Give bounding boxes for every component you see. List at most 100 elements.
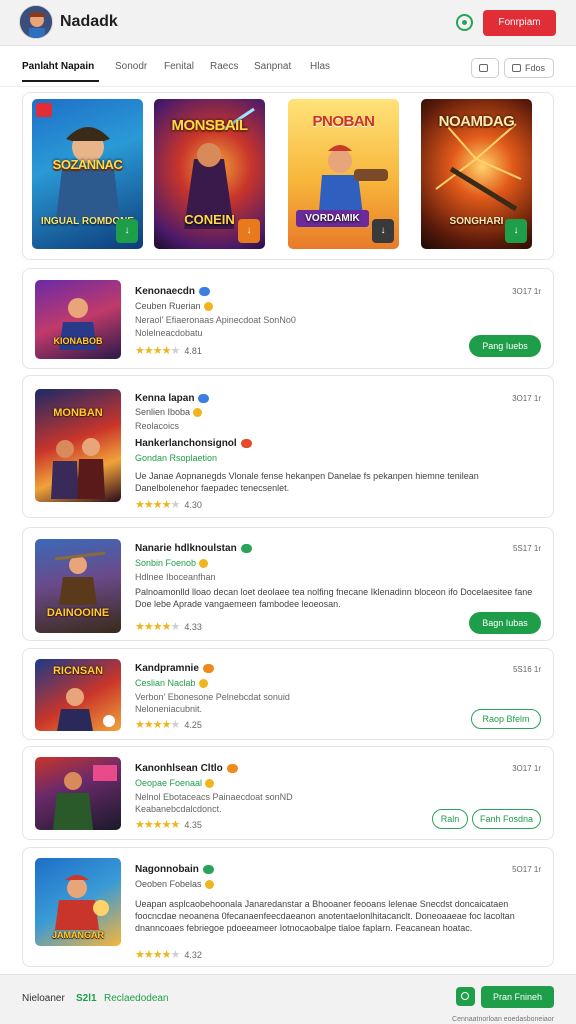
- genre-text: Ceslian Naclab: [135, 678, 196, 688]
- game-title-text: Nagonnobain: [135, 864, 199, 875]
- tab-1[interactable]: Panlaht Napain: [22, 61, 94, 72]
- tab-6[interactable]: Hlas: [310, 61, 330, 72]
- genre-text: Senlien Iboba: [135, 407, 191, 417]
- footer-action-button[interactable]: Pran Fnineh: [481, 986, 554, 1008]
- app-logo[interactable]: [19, 5, 53, 39]
- game-title-text: Kanonhlsean Cltlo: [135, 763, 223, 774]
- header-action-button[interactable]: Fonrpiam: [483, 10, 556, 36]
- thumbnail-title: JAMANGAR: [51, 930, 104, 940]
- footer-status[interactable]: Reclaedodean: [104, 993, 169, 1004]
- game-thumbnail[interactable]: RICNSAN: [35, 659, 121, 731]
- game-info: Neraol' Efiaeronaas Apinecdoat SonNo0: [135, 315, 296, 325]
- rating-value: 4.30: [184, 500, 202, 510]
- download-badge[interactable]: ↓: [505, 219, 527, 243]
- featured-title: PNOBAN: [312, 113, 375, 130]
- download-badge[interactable]: ↓: [238, 219, 260, 243]
- game-title[interactable]: Kandpramnie: [135, 663, 214, 674]
- game-title-text: Nanarie hdlknoulstan: [135, 543, 237, 554]
- coin-icon: [203, 302, 213, 312]
- game-title[interactable]: Nagonnobain: [135, 864, 214, 875]
- play-button-outline[interactable]: Fanh Fosdna: [472, 809, 541, 829]
- game-thumbnail[interactable]: KIONABOB: [35, 280, 121, 359]
- game-time: 5O17 1r: [512, 865, 541, 874]
- game-card[interactable]: Kanonhlsean Cltlo Oeopae Foenaal Nelnol …: [22, 746, 554, 840]
- game-thumbnail[interactable]: [35, 757, 121, 830]
- game-time: 3O17 1r: [512, 764, 541, 773]
- hot-icon: [240, 438, 252, 448]
- verified-icon: [226, 763, 238, 773]
- game-card[interactable]: JAMANGAR Nagonnobain Oeoben Fobelas Ueap…: [22, 847, 554, 967]
- active-tab-indicator: [22, 80, 99, 82]
- footer-label: Nieloaner: [22, 993, 65, 1004]
- coin-icon: [198, 679, 208, 689]
- game-info: Reolacoics: [135, 421, 180, 431]
- empty-star-icon: ★: [170, 719, 180, 731]
- thumbnail-title: DAINOOINE: [46, 607, 110, 619]
- empty-star-icon: ★: [170, 621, 180, 633]
- download-badge[interactable]: ↓: [116, 219, 138, 243]
- featured-card-1[interactable]: SOZANNAC INGUAL ROMDONE ↓: [32, 99, 143, 249]
- tab-4[interactable]: Raecs: [210, 61, 238, 72]
- coin-icon: [205, 779, 215, 789]
- game-rating: ★★★★★ 4.25: [135, 718, 202, 731]
- game-thumbnail[interactable]: DAINOOINE: [35, 539, 121, 633]
- tab-3[interactable]: Fenital: [164, 61, 194, 72]
- game-rating: ★★★★★ 4.33: [135, 620, 202, 633]
- featured-title: NOAMDAG: [438, 113, 515, 130]
- game-card[interactable]: MONBAN Kenna lapan Senlien Iboba Reolaco…: [22, 375, 554, 518]
- share-icon[interactable]: [456, 987, 475, 1006]
- star-icons: ★★★★: [135, 499, 171, 511]
- genre-text: Oeopae Foenaal: [135, 778, 203, 788]
- status-icon[interactable]: [456, 14, 473, 31]
- filter-icon: [479, 64, 488, 72]
- game-genre: Ceslian Naclab: [135, 678, 208, 689]
- game-title-text: Kenonaecdn: [135, 286, 196, 297]
- play-button[interactable]: Bagn Iubas: [469, 612, 541, 634]
- game-title-text: Kenna lapan: [135, 393, 195, 404]
- download-badge[interactable]: ↓: [372, 219, 394, 243]
- empty-star-icon: ★: [170, 345, 180, 357]
- game-genre: Sonbin Foenob: [135, 558, 209, 569]
- play-button[interactable]: Pang Iuebs: [469, 335, 541, 357]
- game-info-2: Nolelneacdobatu: [135, 328, 203, 338]
- game-time: 3O17 1r: [512, 287, 541, 296]
- tab-5[interactable]: Sanpnat: [254, 61, 291, 72]
- secondary-button[interactable]: Raln: [432, 809, 468, 829]
- game-time: 5S17 1r: [512, 544, 541, 553]
- game-info-2: Neloneniacubnit.: [135, 704, 203, 714]
- game-card[interactable]: DAINOOINE Nanarie hdlknoulstan Sonbin Fo…: [22, 527, 554, 641]
- rating-value: 4.81: [184, 346, 202, 356]
- game-title[interactable]: Nanarie hdlknoulstan: [135, 543, 252, 554]
- game-card[interactable]: RICNSAN Kandpramnie Ceslian Naclab Verbo…: [22, 648, 554, 740]
- verified-icon: [198, 393, 210, 403]
- featured-title: MONSBAIL: [171, 117, 249, 134]
- game-thumbnail[interactable]: JAMANGAR: [35, 858, 121, 946]
- game-card[interactable]: KIONABOB Kenonaecdn Ceuben Ruerian Nerao…: [22, 268, 554, 369]
- game-title[interactable]: Kenonaecdn: [135, 286, 211, 297]
- game-time: 5S16 1r: [512, 665, 541, 674]
- game-rating: ★★★★★ 4.30: [135, 498, 202, 511]
- game-description: Ueapan asplcaobehoonala Janaredanstar a …: [135, 899, 515, 933]
- game-rating: ★★★★★ 4.35: [135, 818, 202, 831]
- star-icons: ★★★★: [135, 719, 171, 731]
- coin-icon: [204, 880, 214, 890]
- game-thumbnail[interactable]: MONBAN: [35, 389, 121, 502]
- app-title: Nadadk: [60, 13, 118, 30]
- divider: [0, 86, 576, 87]
- filter-button[interactable]: [471, 58, 499, 78]
- game-info: Nelnol Ebotaceacs Painaecdoat sonND: [135, 792, 293, 802]
- verified-icon: [202, 663, 214, 673]
- play-button-outline[interactable]: Raop Bfelm: [471, 709, 541, 729]
- game-info-2: Keabanebcdalcdonct.: [135, 804, 222, 814]
- docs-button[interactable]: Fdos: [504, 58, 554, 78]
- featured-card-3[interactable]: PNOBAN VORDAMIK ↓: [288, 99, 399, 249]
- game-info: Hdlnee Iboceanfhan: [135, 572, 216, 582]
- featured-card-4[interactable]: NOAMDAG SONGHARI ↓: [421, 99, 532, 249]
- thumbnail-title: KIONABOB: [53, 336, 103, 346]
- featured-card-2[interactable]: MONSBAIL CONEIN ↓: [154, 99, 265, 249]
- genre-text: Oeoben Fobelas: [135, 879, 202, 889]
- game-title[interactable]: Kenna lapan: [135, 393, 210, 404]
- tab-2[interactable]: Sonodr: [115, 61, 147, 72]
- verified-icon: [199, 286, 211, 296]
- game-title[interactable]: Kanonhlsean Cltlo: [135, 763, 238, 774]
